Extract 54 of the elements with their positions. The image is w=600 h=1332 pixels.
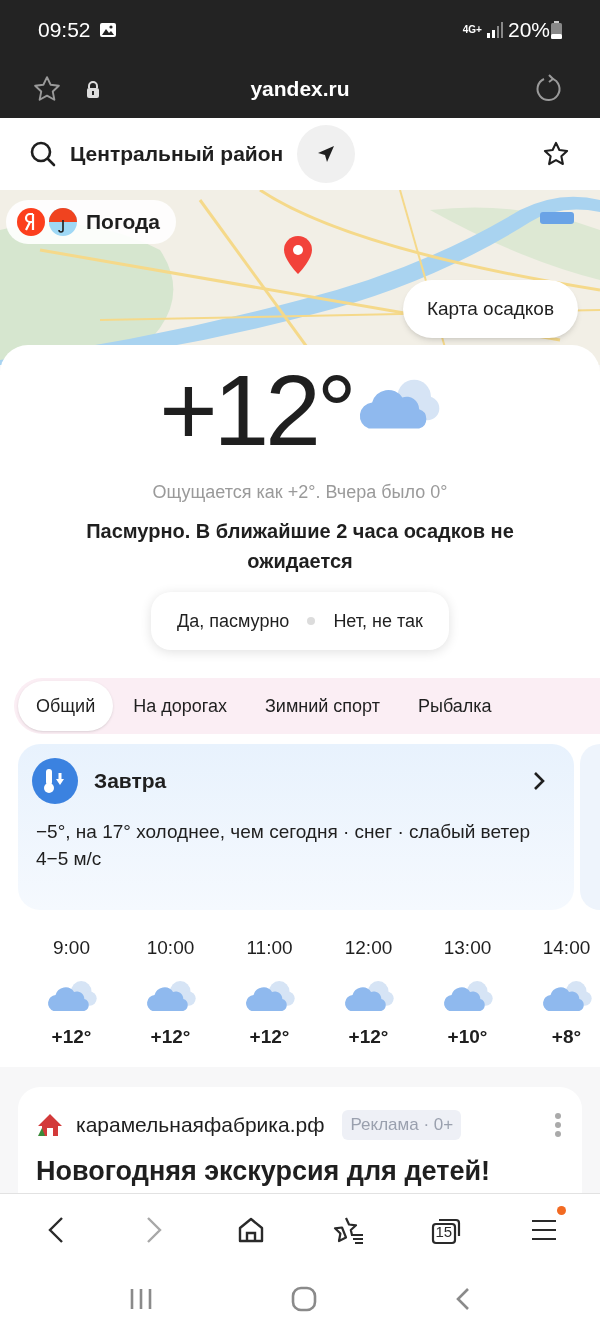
hour-temperature: +12° (51, 1024, 92, 1049)
status-time: 09:52 (38, 17, 91, 44)
hour-label: 13:00 (443, 936, 492, 960)
home-icon[interactable] (291, 1285, 317, 1312)
favorite-star-icon[interactable] (542, 140, 570, 168)
battery-icon (551, 21, 562, 39)
navigation-arrow-icon (316, 144, 337, 164)
hour-temperature: +12° (249, 1024, 290, 1049)
home-icon (237, 1215, 266, 1244)
recent-apps-icon[interactable] (129, 1287, 153, 1310)
image-icon (98, 22, 117, 38)
hour-temperature: +12° (348, 1024, 389, 1049)
category-tab[interactable]: Рыбалка (399, 681, 510, 731)
feels-like-text: Ощущается как +2°. Вчера было 0° (152, 481, 448, 504)
hour-label: 14:00 (542, 936, 591, 960)
yandex-weather-logo-icon (16, 207, 78, 237)
precipitation-map-button[interactable]: Карта осадков (402, 280, 578, 338)
ad-domain[interactable]: карамельнаяфабрика.рф (76, 1109, 325, 1141)
hour-temperature: +12° (150, 1024, 191, 1049)
forecast-text: −5°, на 17° холоднее, чем сегодня · снег · слабый ветер 4−5 м/с (35, 820, 531, 871)
category-tab[interactable]: Зимний спорт (246, 681, 398, 731)
search-icon[interactable] (30, 141, 56, 167)
hour-label: 9:00 (53, 936, 90, 960)
hour-label: 11:00 (246, 936, 293, 960)
location-name[interactable]: Центральный район (70, 138, 284, 170)
hour-temperature: +10° (447, 1024, 488, 1049)
network-type: 4G+ (462, 25, 482, 35)
back-icon[interactable] (455, 1286, 471, 1311)
feedback-button[interactable]: Да, пасмурно (161, 599, 306, 643)
lock-icon (86, 80, 100, 98)
feedback-button[interactable]: Нет, не так (317, 599, 439, 643)
ad-card[interactable]: карамельнаяфабрика.рф Реклама · 0+ Новогодняя экскурсия для детей! (18, 1087, 582, 1193)
ad-headline: Новогодняя экскурсия для детей! (36, 1154, 491, 1188)
current-temperature: +12° (159, 355, 353, 465)
condition-text: Пасмурно. В ближайшие 2 часа осадков не ожидается (85, 519, 515, 574)
thermometer-icon (32, 758, 78, 804)
chevron-left-icon (46, 1214, 66, 1245)
ad-label: Реклама · 0+ (342, 1109, 462, 1140)
logo-text: Погода (86, 209, 160, 236)
tabs-button[interactable]: 15 (426, 1207, 467, 1252)
bookmark-star-icon[interactable] (32, 74, 62, 104)
forecast-card[interactable]: Завтра −5°, на 17° холоднее, чем сегодня · снег · слабый ветер 4−5 м/с (18, 744, 575, 910)
house-logo-icon (36, 1111, 64, 1138)
category-tab[interactable]: Общий (18, 681, 114, 731)
forecast-title: Завтра (94, 768, 168, 795)
chevron-right-icon (532, 770, 547, 792)
battery-level: 20% (507, 17, 550, 44)
address-bar[interactable]: yandex.ru (250, 73, 350, 105)
signal-icon (485, 22, 504, 38)
hour-label: 12:00 (344, 936, 393, 960)
hour-temperature: +8° (551, 1024, 582, 1049)
hour-label: 10:00 (146, 936, 195, 960)
category-tab[interactable]: На дорогах (115, 681, 245, 731)
menu-icon (530, 1218, 557, 1241)
